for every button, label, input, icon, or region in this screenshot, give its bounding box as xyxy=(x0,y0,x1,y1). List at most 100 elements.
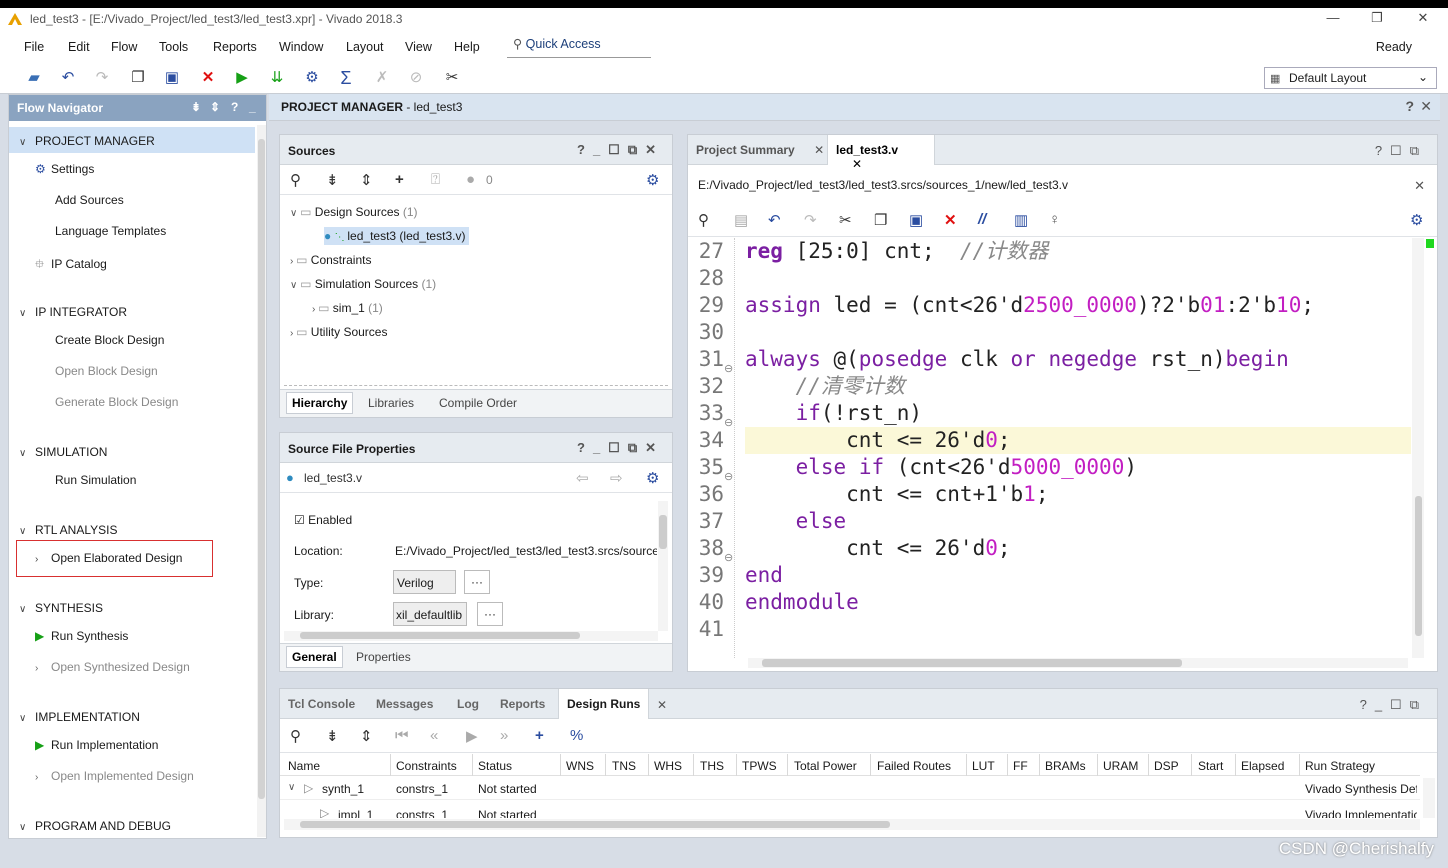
col-tpws[interactable]: TPWS xyxy=(742,759,777,773)
tab-project-summary[interactable]: Project Summary ✕ xyxy=(688,135,832,165)
minimize-icon[interactable]: — xyxy=(1318,10,1348,25)
forward-arrow-icon[interactable]: ⇨ xyxy=(610,469,623,487)
section-simulation[interactable]: ∨ SIMULATION xyxy=(19,445,107,459)
restore-icon[interactable]: ❐ xyxy=(1362,10,1392,26)
nav-settings[interactable]: ⚙ Settings xyxy=(35,162,98,176)
type-value[interactable]: Verilog xyxy=(393,570,456,594)
nav-generate-block-design[interactable]: Generate Block Design xyxy=(55,395,178,409)
comment-icon[interactable]: // xyxy=(978,211,986,228)
nav-open-implemented-design[interactable]: › Open Implemented Design xyxy=(35,769,194,783)
tab-general[interactable]: General xyxy=(286,646,343,668)
panel-controls[interactable]: ?_☐⧉✕ xyxy=(577,142,664,158)
tab-led-test3-v[interactable]: led_test3.v ✕ xyxy=(827,135,935,171)
panel-controls[interactable]: ?☐⧉ xyxy=(1375,143,1427,159)
col-run-strategy[interactable]: Run Strategy xyxy=(1305,759,1375,773)
tree-sim-1[interactable]: › ▭ sim_1 (1) xyxy=(312,301,383,315)
search-icon[interactable]: ⚲ xyxy=(290,171,301,189)
quick-access-input[interactable]: ⚲ Quick Access xyxy=(507,36,651,58)
fold-markers[interactable]: ⊖ ⊖ ⊖ ⊖ xyxy=(724,356,733,572)
gear-icon[interactable]: ⚙ xyxy=(646,469,659,487)
tab-tcl-console[interactable]: Tcl Console xyxy=(288,697,355,711)
help-icon[interactable]: ? xyxy=(1405,98,1414,114)
menu-view[interactable]: View xyxy=(405,40,432,54)
open-project-icon[interactable]: ▰ xyxy=(24,68,44,88)
col-wns[interactable]: WNS xyxy=(566,759,594,773)
disabled-tool2-icon[interactable]: ⊘ xyxy=(406,68,426,88)
close-icon[interactable]: ✕ xyxy=(814,143,824,157)
undo-icon[interactable]: ↶ xyxy=(768,211,781,229)
first-icon[interactable]: ⏮ xyxy=(395,727,409,744)
debug-icon[interactable]: ✂ xyxy=(442,68,462,88)
nav-add-sources[interactable]: Add Sources xyxy=(55,193,124,207)
close-icon[interactable]: ✕ xyxy=(1414,178,1425,194)
nav-open-synthesized-design[interactable]: › Open Synthesized Design xyxy=(35,660,190,674)
add-icon[interactable]: + xyxy=(535,727,544,744)
col-whs[interactable]: WHS xyxy=(654,759,682,773)
chevron-down-icon[interactable]: ∨ xyxy=(288,782,295,793)
scrollbar-thumb[interactable] xyxy=(659,515,667,549)
section-ip-integrator[interactable]: ∨ IP INTEGRATOR xyxy=(19,305,127,319)
paste-icon[interactable]: ▣ xyxy=(162,68,182,88)
settings-gear-icon[interactable]: ⚙ xyxy=(302,68,322,88)
library-value[interactable]: xil_defaultlib xyxy=(393,602,467,626)
add-icon[interactable]: + xyxy=(395,171,404,188)
copy-icon[interactable]: ❐ xyxy=(128,68,148,88)
tab-design-runs[interactable]: Design Runs xyxy=(558,689,650,719)
paste-icon[interactable]: ▣ xyxy=(909,211,923,229)
save-icon[interactable]: ▤ xyxy=(734,211,748,229)
menu-window[interactable]: Window xyxy=(279,40,323,54)
sfp-hscroll[interactable] xyxy=(284,631,658,641)
expand-all-icon[interactable]: ⇕ xyxy=(360,727,373,745)
col-elapsed[interactable]: Elapsed xyxy=(1241,759,1284,773)
menu-tools[interactable]: Tools xyxy=(159,40,188,54)
close-icon[interactable]: ✕ xyxy=(657,698,667,712)
menu-help[interactable]: Help xyxy=(454,40,480,54)
sfp-vscroll[interactable] xyxy=(658,501,668,631)
tab-hierarchy[interactable]: Hierarchy xyxy=(286,392,354,414)
col-name[interactable]: Name xyxy=(288,759,320,773)
tab-log[interactable]: Log xyxy=(457,697,479,711)
close-icon[interactable]: ✕ xyxy=(852,157,862,171)
scrollbar-thumb[interactable] xyxy=(1415,496,1422,636)
percent-icon[interactable]: % xyxy=(570,727,583,744)
section-synthesis[interactable]: ∨ SYNTHESIS xyxy=(19,601,103,615)
col-ff[interactable]: FF xyxy=(1013,759,1028,773)
delete-icon[interactable]: ✕ xyxy=(198,68,218,88)
col-brams[interactable]: BRAMs xyxy=(1045,759,1086,773)
gear-icon[interactable]: ⚙ xyxy=(1410,211,1423,229)
nav-ip-catalog[interactable]: ⯐ IP Catalog xyxy=(35,255,107,276)
menu-reports[interactable]: Reports xyxy=(213,40,257,54)
nav-open-elaborated-design[interactable]: › Open Elaborated Design xyxy=(35,551,182,565)
enabled-checkbox[interactable]: ☑ Enabled xyxy=(294,513,352,527)
runs-vscroll[interactable] xyxy=(1423,778,1435,818)
nav-run-synthesis[interactable]: ▶ Run Synthesis xyxy=(35,629,128,643)
col-lut[interactable]: LUT xyxy=(972,759,995,773)
question-doc-icon[interactable]: ⍰ xyxy=(431,171,440,188)
help-icon[interactable]: ? xyxy=(231,100,238,114)
section-project-manager[interactable]: ∨ PROJECT MANAGER xyxy=(19,134,155,148)
tree-design-sources[interactable]: ∨ ▭ Design Sources (1) xyxy=(290,205,418,219)
run-icon[interactable]: ▶ xyxy=(232,68,252,88)
collapse-all-icon[interactable]: ⇟ xyxy=(326,171,339,189)
section-rtl-analysis[interactable]: ∨ RTL ANALYSIS xyxy=(19,523,117,537)
back-arrow-icon[interactable]: ⇦ xyxy=(576,469,589,487)
menu-layout[interactable]: Layout xyxy=(346,40,384,54)
nav-run-simulation[interactable]: Run Simulation xyxy=(55,473,136,487)
panel-controls[interactable]: ?_☐⧉✕ xyxy=(577,440,664,456)
close-icon[interactable]: ✕ xyxy=(1408,10,1438,26)
expand-all-icon[interactable]: ⇕ xyxy=(210,100,220,114)
nav-create-block-design[interactable]: Create Block Design xyxy=(55,333,164,347)
scrollbar-thumb[interactable] xyxy=(258,139,265,799)
download-bitstream-icon[interactable]: ⇊ xyxy=(267,68,287,88)
scrollbar-thumb[interactable] xyxy=(300,821,890,828)
layout-select[interactable]: ▦ Default Layout ⌄ xyxy=(1264,67,1437,89)
delete-icon[interactable]: ✕ xyxy=(944,211,957,229)
tab-messages[interactable]: Messages xyxy=(376,697,433,711)
undo-icon[interactable]: ↶ xyxy=(58,68,78,88)
section-program-and-debug[interactable]: ∨ PROGRAM AND DEBUG xyxy=(19,819,171,833)
flow-nav-scrollbar[interactable] xyxy=(257,125,266,837)
minimize-panel-icon[interactable]: _ xyxy=(249,100,256,114)
tab-properties[interactable]: Properties xyxy=(356,650,411,664)
redo-icon[interactable]: ↷ xyxy=(804,211,817,229)
next-icon[interactable]: » xyxy=(500,727,508,744)
